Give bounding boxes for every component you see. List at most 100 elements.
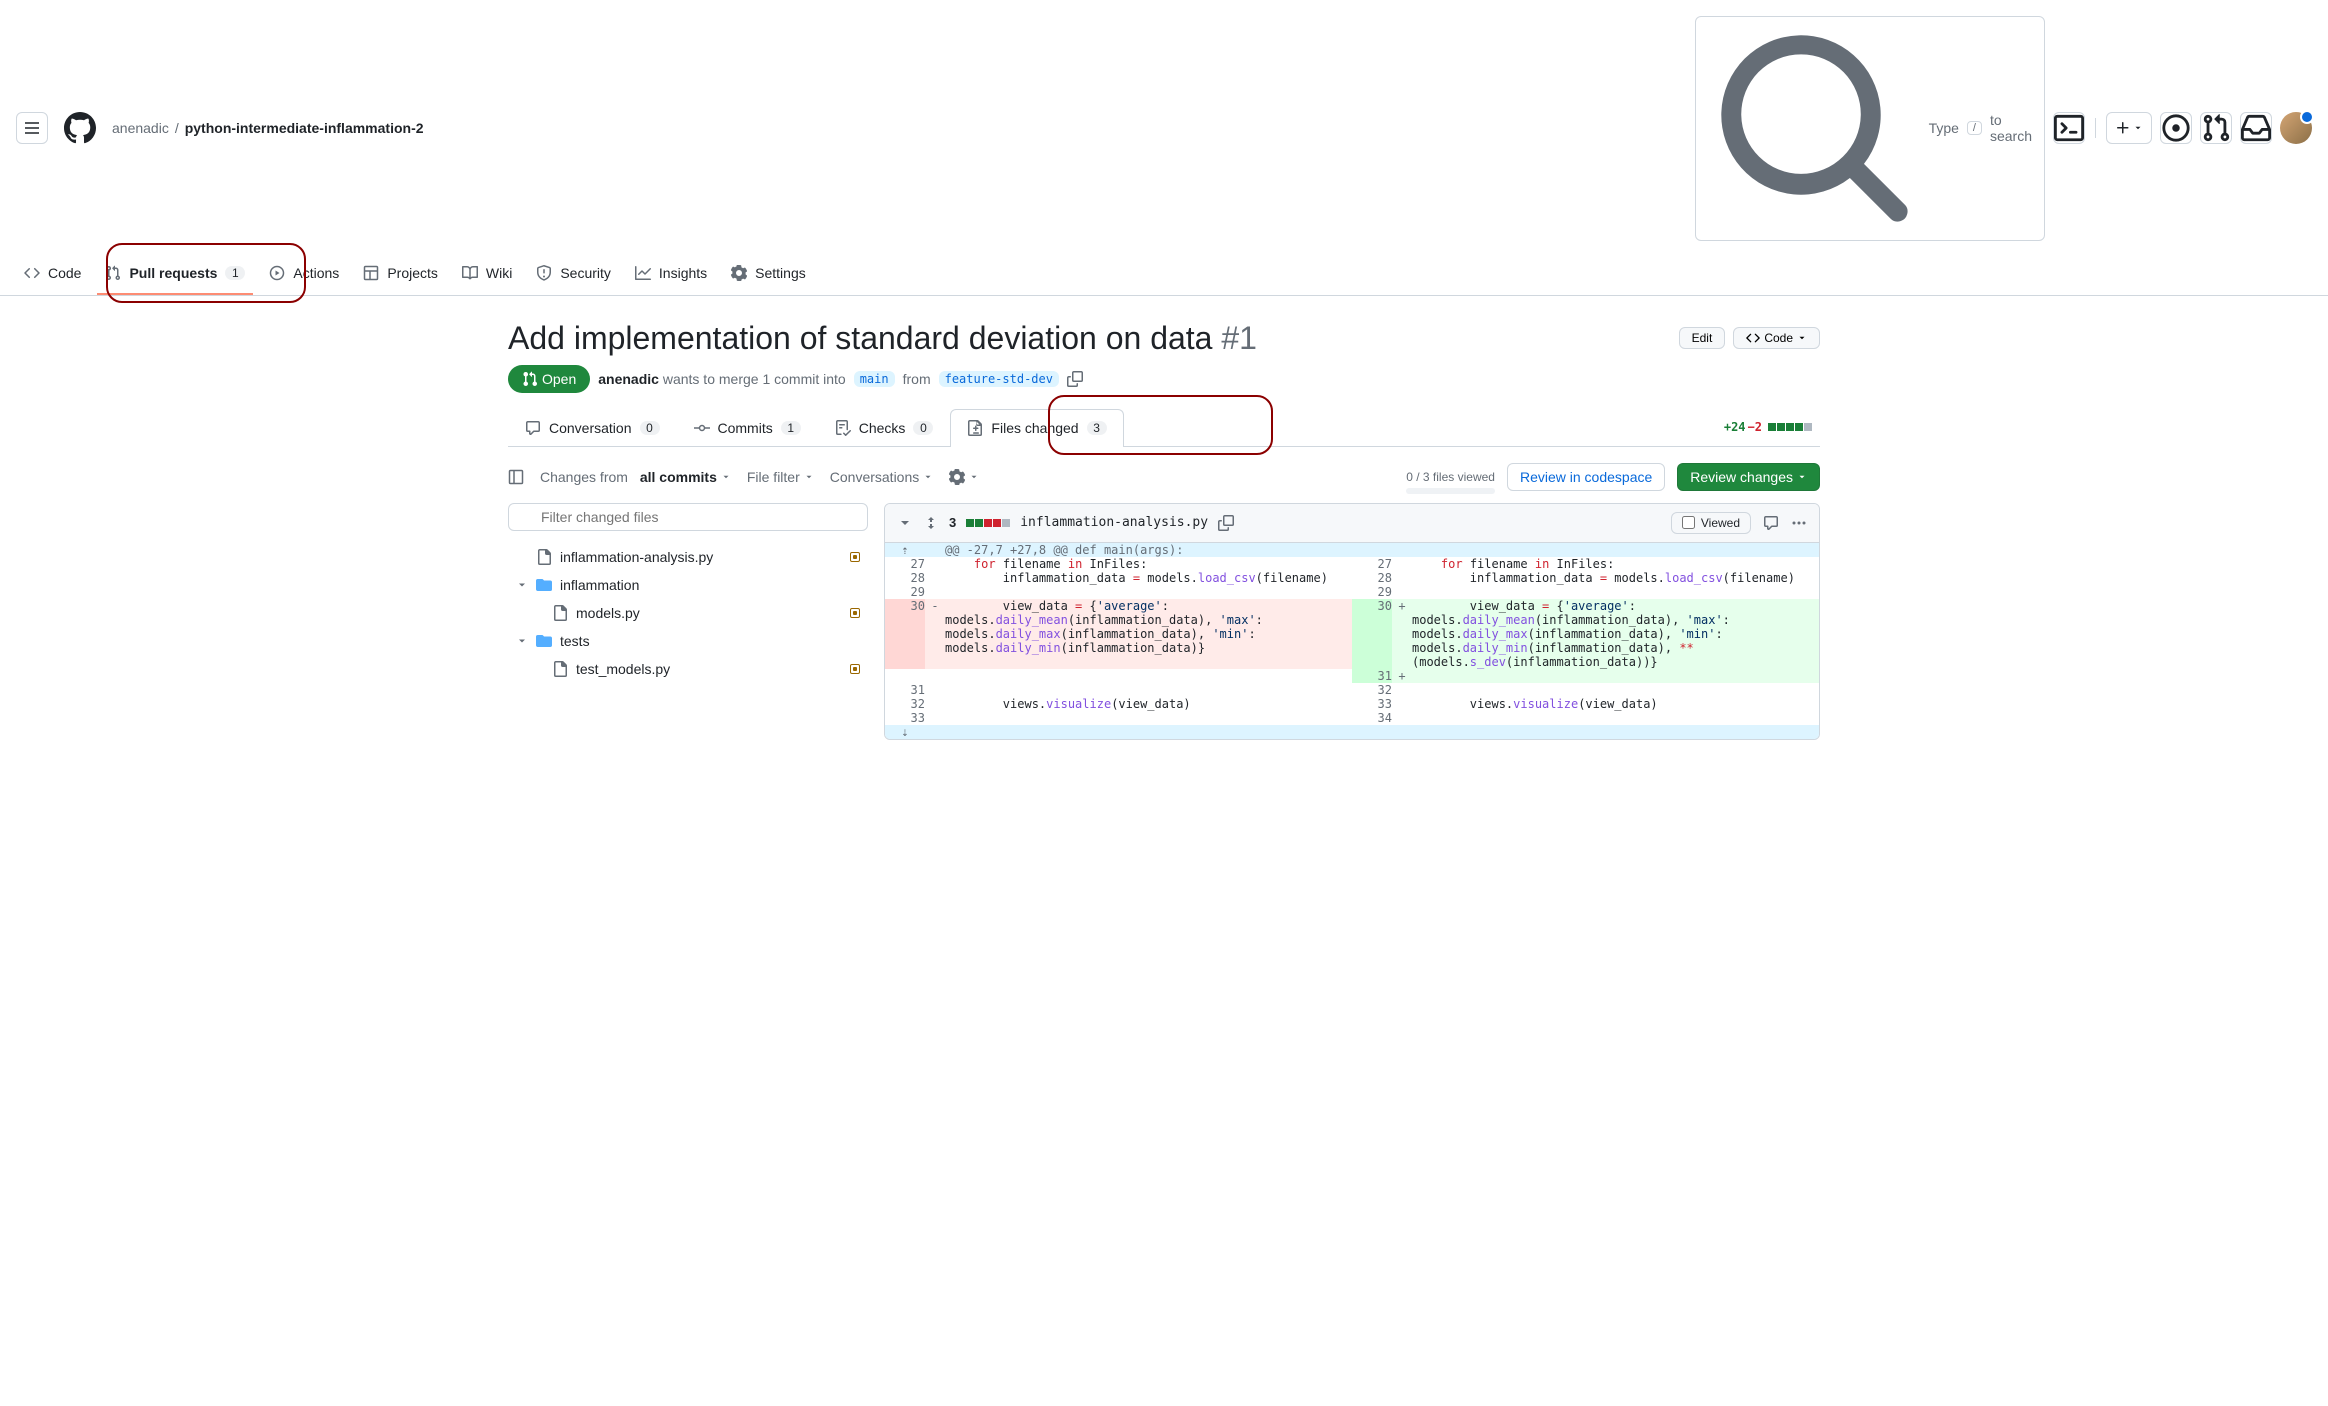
book-icon (462, 265, 478, 281)
gear-icon (731, 265, 747, 281)
shield-icon (536, 265, 552, 281)
hamburger-menu[interactable] (16, 112, 48, 144)
diff-line-deletion: 30- view_data = {'average': models.daily… (885, 599, 1819, 669)
diff-line: 31 32 (885, 683, 1819, 697)
diff-file-header: 3 inflammation-analysis.py Viewed (885, 504, 1819, 543)
file-tree-panel: inflammation-analysis.py inflammation mo… (508, 503, 868, 740)
search-icon (1708, 22, 1921, 235)
file-diff-icon (967, 420, 983, 436)
tab-commits[interactable]: Commits 1 (677, 409, 818, 446)
changes-from-dropdown[interactable]: Changes from all commits (540, 469, 731, 485)
commit-icon (694, 420, 710, 436)
pr-state-badge: Open (508, 365, 590, 393)
comment-icon[interactable] (1763, 515, 1779, 531)
play-icon (269, 265, 285, 281)
tab-checks[interactable]: Checks 0 (818, 409, 951, 446)
nav-settings[interactable]: Settings (723, 257, 814, 295)
file-filter-dropdown[interactable]: File filter (747, 469, 814, 485)
comment-icon (525, 420, 541, 436)
edit-button[interactable]: Edit (1679, 327, 1726, 349)
pr-tabs: Conversation 0 Commits 1 Checks 0 Files … (508, 409, 1820, 447)
folder-icon (536, 633, 552, 649)
diff-filename[interactable]: inflammation-analysis.py (1020, 515, 1208, 530)
tab-files-changed[interactable]: Files changed 3 (950, 409, 1123, 446)
checklist-icon (835, 420, 851, 436)
hunk-header-row: ⇡ @@ -27,7 +27,8 @@ def main(args): (885, 543, 1819, 557)
filter-files-input[interactable] (508, 503, 868, 531)
nav-projects[interactable]: Projects (355, 257, 446, 295)
diff-line: 28 inflammation_data = models.load_csv(f… (885, 571, 1819, 585)
review-changes-button[interactable]: Review changes (1677, 463, 1820, 491)
plus-icon (2115, 120, 2131, 136)
tree-folder-inflammation[interactable]: inflammation (508, 571, 868, 599)
expand-up-icon[interactable]: ⇡ (885, 543, 925, 557)
search-input[interactable]: Type / to search (1695, 16, 2045, 241)
terminal-icon (2054, 113, 2084, 143)
caret-down-icon (721, 472, 731, 482)
expand-icon[interactable] (923, 515, 939, 531)
nav-wiki[interactable]: Wiki (454, 257, 520, 295)
tree-file-root[interactable]: inflammation-analysis.py (508, 543, 868, 571)
slash-key-hint: / (1967, 121, 1982, 135)
copy-icon[interactable] (1218, 515, 1234, 531)
caret-down-icon (1797, 472, 1807, 482)
caret-down-icon (969, 472, 979, 482)
diff-line: 27 for filename in InFiles: 27 for filen… (885, 557, 1819, 571)
chevron-down-icon[interactable] (897, 515, 913, 531)
repo-link[interactable]: python-intermediate-inflammation-2 (185, 120, 424, 136)
code-dropdown-button[interactable]: Code (1733, 327, 1820, 349)
user-avatar[interactable] (2280, 112, 2312, 144)
review-in-codespace-button[interactable]: Review in codespace (1507, 463, 1665, 491)
main-header: anenadic / python-intermediate-inflammat… (0, 0, 2328, 257)
nav-actions[interactable]: Actions (261, 257, 347, 295)
graph-icon (635, 265, 651, 281)
caret-down-icon (804, 472, 814, 482)
github-logo[interactable] (64, 112, 96, 144)
diff-line: 29 29 (885, 585, 1819, 599)
diff-stat: +24 −2 (1716, 420, 1820, 434)
nav-security[interactable]: Security (528, 257, 619, 295)
files-viewed-progress: 0 / 3 files viewed (1406, 470, 1495, 484)
table-icon (363, 265, 379, 281)
tree-file-test-models[interactable]: test_models.py (508, 655, 868, 683)
pr-author[interactable]: anenadic (598, 371, 659, 387)
diff-table: ⇡ @@ -27,7 +27,8 @@ def main(args): 27 f… (885, 543, 1819, 739)
nav-code[interactable]: Code (16, 257, 89, 295)
pull-requests-button[interactable] (2200, 112, 2232, 144)
file-icon (536, 549, 552, 565)
diff-line: 33 34 (885, 711, 1819, 725)
copy-icon[interactable] (1067, 371, 1083, 387)
issues-button[interactable] (2160, 112, 2192, 144)
tab-conversation[interactable]: Conversation 0 (508, 409, 677, 446)
kebab-icon[interactable] (1791, 515, 1807, 531)
base-branch[interactable]: main (854, 371, 895, 387)
viewed-checkbox[interactable]: Viewed (1671, 512, 1751, 534)
code-icon (24, 265, 40, 281)
expand-down-icon[interactable]: ⇣ (885, 725, 925, 739)
tree-file-models[interactable]: models.py (508, 599, 868, 627)
diff-line-addition: 31+ (885, 669, 1819, 683)
notifications-button[interactable] (2240, 112, 2272, 144)
create-new-button[interactable] (2106, 112, 2152, 144)
nav-pull-requests[interactable]: Pull requests 1 (97, 257, 253, 295)
owner-link[interactable]: anenadic (112, 120, 169, 136)
caret-down-icon (2133, 123, 2143, 133)
modified-indicator-icon (850, 552, 860, 562)
head-branch[interactable]: feature-std-dev (939, 371, 1059, 387)
caret-down-icon (1797, 333, 1807, 343)
command-palette-button[interactable] (2053, 112, 2085, 144)
diff-settings-dropdown[interactable] (949, 469, 979, 485)
tree-folder-tests[interactable]: tests (508, 627, 868, 655)
chevron-down-icon (516, 579, 528, 591)
diff-panel: 3 inflammation-analysis.py Viewed (884, 503, 1820, 740)
diff-toolbar: Changes from all commits File filter Con… (508, 447, 1820, 503)
pr-title: Add implementation of standard deviation… (508, 320, 1257, 357)
sidebar-toggle-icon[interactable] (508, 469, 524, 485)
nav-insights[interactable]: Insights (627, 257, 715, 295)
code-icon (1746, 331, 1760, 345)
folder-icon (536, 577, 552, 593)
conversations-dropdown[interactable]: Conversations (830, 469, 934, 485)
pull-request-icon (522, 371, 538, 387)
gear-icon (949, 469, 965, 485)
repo-nav: Code Pull requests 1 Actions Projects Wi… (0, 257, 2328, 296)
